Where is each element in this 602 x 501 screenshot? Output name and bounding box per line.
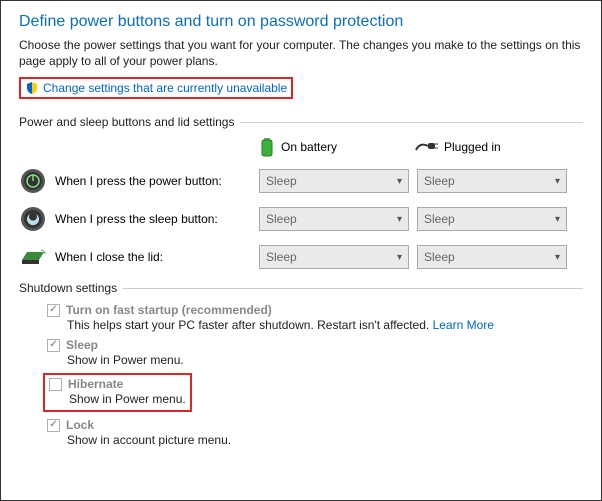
power-button-battery-dropdown[interactable]: Sleep ▾ bbox=[259, 169, 409, 193]
group-shutdown-header: Shutdown settings bbox=[19, 281, 583, 295]
chevron-down-icon: ▾ bbox=[555, 252, 560, 263]
faststartup-title: Turn on fast startup (recommended) bbox=[66, 303, 272, 317]
column-headers: On battery Plugged in bbox=[19, 137, 583, 157]
chevron-down-icon: ▾ bbox=[397, 214, 402, 225]
divider bbox=[240, 122, 583, 123]
chevron-down-icon: ▾ bbox=[555, 176, 560, 187]
column-on-battery-label: On battery bbox=[281, 140, 337, 154]
shutdown-item-hibernate: Hibernate Show in Power menu. bbox=[47, 373, 583, 412]
lid-battery-value: Sleep bbox=[266, 250, 297, 264]
battery-icon bbox=[259, 137, 275, 157]
sleep-button-plugged-value: Sleep bbox=[424, 212, 455, 226]
group-shutdown-label: Shutdown settings bbox=[19, 281, 117, 295]
checkbox-lock[interactable]: ✓ bbox=[47, 419, 60, 432]
chevron-down-icon: ▾ bbox=[397, 176, 402, 187]
lock-sub: Show in account picture menu. bbox=[47, 433, 583, 447]
power-button-battery-value: Sleep bbox=[266, 174, 297, 188]
sleep-title: Sleep bbox=[66, 338, 98, 352]
page-description: Choose the power settings that you want … bbox=[19, 37, 583, 69]
power-button-plugged-dropdown[interactable]: Sleep ▾ bbox=[417, 169, 567, 193]
lid-plugged-dropdown[interactable]: Sleep ▾ bbox=[417, 245, 567, 269]
faststartup-sub: This helps start your PC faster after sh… bbox=[47, 318, 583, 332]
column-plugged-in: Plugged in bbox=[414, 140, 569, 154]
hibernate-sub: Show in Power menu. bbox=[45, 392, 186, 406]
sleep-button-plugged-dropdown[interactable]: Sleep ▾ bbox=[417, 207, 567, 231]
lock-title: Lock bbox=[66, 418, 94, 432]
lid-icon bbox=[19, 243, 47, 271]
shutdown-item-faststartup: ✓ Turn on fast startup (recommended) Thi… bbox=[47, 303, 583, 332]
checkbox-sleep[interactable]: ✓ bbox=[47, 339, 60, 352]
learn-more-link[interactable]: Learn More bbox=[433, 318, 494, 332]
shutdown-settings-list: ✓ Turn on fast startup (recommended) Thi… bbox=[19, 303, 583, 447]
chevron-down-icon: ▾ bbox=[397, 252, 402, 263]
change-settings-link[interactable]: Change settings that are currently unava… bbox=[43, 81, 287, 95]
power-options-panel: Define power buttons and turn on passwor… bbox=[0, 0, 602, 501]
hibernate-title: Hibernate bbox=[68, 377, 123, 391]
checkbox-faststartup[interactable]: ✓ bbox=[47, 304, 60, 317]
row-close-lid: When I close the lid: Sleep ▾ Sleep ▾ bbox=[19, 243, 583, 271]
group-power-sleep-label: Power and sleep buttons and lid settings bbox=[19, 115, 234, 129]
hibernate-highlight: Hibernate Show in Power menu. bbox=[43, 373, 192, 412]
uac-shield-icon bbox=[25, 81, 39, 95]
column-plugged-in-label: Plugged in bbox=[444, 140, 501, 154]
lid-battery-dropdown[interactable]: Sleep ▾ bbox=[259, 245, 409, 269]
shutdown-item-lock: ✓ Lock Show in account picture menu. bbox=[47, 418, 583, 447]
power-button-icon bbox=[19, 167, 47, 195]
checkbox-hibernate[interactable] bbox=[49, 378, 62, 391]
row-power-button-label: When I press the power button: bbox=[55, 174, 222, 188]
divider bbox=[123, 288, 583, 289]
sleep-button-battery-dropdown[interactable]: Sleep ▾ bbox=[259, 207, 409, 231]
sleep-button-battery-value: Sleep bbox=[266, 212, 297, 226]
row-power-button: When I press the power button: Sleep ▾ S… bbox=[19, 167, 583, 195]
row-sleep-button: When I press the sleep button: Sleep ▾ S… bbox=[19, 205, 583, 233]
sleep-button-icon bbox=[19, 205, 47, 233]
lid-plugged-value: Sleep bbox=[424, 250, 455, 264]
row-sleep-button-label: When I press the sleep button: bbox=[55, 212, 218, 226]
power-button-plugged-value: Sleep bbox=[424, 174, 455, 188]
group-power-sleep-header: Power and sleep buttons and lid settings bbox=[19, 115, 583, 129]
chevron-down-icon: ▾ bbox=[555, 214, 560, 225]
row-close-lid-label: When I close the lid: bbox=[55, 250, 163, 264]
change-settings-highlight: Change settings that are currently unava… bbox=[19, 77, 293, 99]
sleep-sub: Show in Power menu. bbox=[47, 353, 583, 367]
column-on-battery: On battery bbox=[259, 137, 414, 157]
shutdown-item-sleep: ✓ Sleep Show in Power menu. bbox=[47, 338, 583, 367]
page-title: Define power buttons and turn on passwor… bbox=[19, 13, 583, 31]
plug-icon bbox=[414, 140, 438, 154]
